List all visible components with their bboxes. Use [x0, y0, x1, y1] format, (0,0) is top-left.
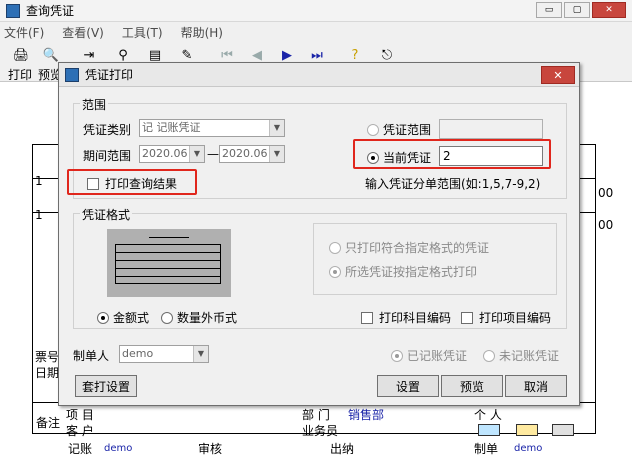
chevron-down-icon: ▼ — [269, 146, 284, 162]
radio-dot[interactable] — [97, 311, 109, 324]
scope-group-label: 范围 — [80, 96, 109, 113]
menubar: 文件(F) 查看(V) 工具(T) 帮助(H) — [0, 22, 632, 42]
app-icon — [6, 3, 20, 18]
notes-label: 备注 — [36, 416, 61, 430]
date-label: 日期 — [35, 366, 60, 380]
format-options-frame — [313, 223, 557, 295]
footer-cashier-label: 出纳 — [330, 442, 355, 456]
period-label: 期间范围 — [83, 149, 132, 163]
checkbox-box[interactable] — [461, 311, 473, 324]
voucher-range-radio[interactable]: 凭证范围 — [367, 121, 431, 138]
period-from-value: 2020.06 — [142, 147, 188, 160]
preview-button[interactable]: 预览 — [441, 375, 503, 397]
only-format-radio[interactable]: 只打印符合指定格式的凭证 — [329, 239, 489, 256]
ticket-label: 票号 — [35, 350, 60, 364]
person-label: 个 人 — [474, 408, 502, 422]
menu-tools[interactable]: 工具(T) — [122, 24, 163, 41]
highlight-box — [353, 139, 551, 169]
highlight-box — [67, 169, 197, 195]
voucher-type-label: 凭证类别 — [83, 123, 132, 137]
window-title: 查询凭证 — [26, 4, 75, 18]
footer-posted-user: demo — [104, 443, 133, 454]
maximize-button[interactable]: ▢ — [564, 2, 590, 18]
print-item-code-checkbox[interactable]: 打印项目编码 — [461, 309, 551, 326]
voucher-range-label: 凭证范围 — [383, 123, 432, 137]
format-preview-image — [107, 229, 231, 297]
radio-dot[interactable] — [483, 349, 495, 362]
period-to-value: 2020.06 — [222, 147, 268, 160]
voucher-print-dialog: 凭证打印 ✕ 范围 凭证类别 记 记账凭证 ▼ 期间范围 2020.06 ▼ —… — [58, 62, 580, 406]
radio-dot[interactable] — [161, 311, 173, 324]
maker-select[interactable]: demo ▼ — [119, 345, 209, 363]
dialog-close-button[interactable]: ✕ — [541, 66, 575, 84]
print-setup-button[interactable]: 套打设置 — [75, 375, 137, 397]
footer-posted-label: 记账 — [68, 442, 93, 456]
voucher-type-value: 记 记账凭证 — [142, 121, 201, 134]
maker-value: demo — [122, 347, 154, 360]
chevron-down-icon: ▼ — [269, 120, 284, 136]
salesman-label: 业务员 — [302, 424, 339, 438]
maker-label: 制单人 — [73, 349, 110, 363]
only-format-label: 只打印符合指定格式的凭证 — [345, 241, 490, 255]
customer-label: 客 户 — [66, 424, 94, 438]
cancel-button[interactable]: 取消 — [505, 375, 567, 397]
row-number-1: 1 — [35, 174, 43, 188]
selected-format-label: 所选凭证按指定格式打印 — [345, 265, 478, 279]
right-mark-2: 00 — [598, 218, 614, 232]
footer-audit-label: 审核 — [198, 442, 223, 456]
right-mark-1: 00 — [598, 186, 614, 200]
menu-file[interactable]: 文件(F) — [4, 24, 44, 41]
dept-label: 部 门 — [302, 408, 330, 422]
radio-dot[interactable] — [391, 349, 403, 362]
row-number-2: 1 — [35, 208, 43, 222]
unposted-voucher-label: 未记账凭证 — [499, 349, 560, 363]
icon-button-1[interactable] — [478, 424, 500, 436]
amount-style-label: 金额式 — [113, 311, 150, 325]
voucher-type-select[interactable]: 记 记账凭证 ▼ — [139, 119, 285, 137]
range-hint: 输入凭证分单范围(如:1,5,7-9,2) — [365, 177, 541, 191]
dept-value: 销售部 — [348, 408, 385, 422]
minimize-button[interactable]: ▭ — [536, 2, 562, 18]
checkbox-box[interactable] — [361, 311, 373, 324]
project-label: 项 目 — [66, 408, 94, 422]
period-dash: — — [207, 147, 219, 161]
footer-maker-label: 制单 — [474, 442, 499, 456]
posted-voucher-radio[interactable]: 已记账凭证 — [391, 347, 467, 364]
dialog-title: 凭证打印 — [85, 68, 134, 82]
period-from-select[interactable]: 2020.06 ▼ — [139, 145, 205, 163]
print-label[interactable]: 打印 — [8, 66, 32, 83]
radio-dot[interactable] — [329, 265, 341, 278]
voucher-range-input[interactable] — [439, 119, 543, 139]
period-to-select[interactable]: 2020.06 ▼ — [219, 145, 285, 163]
print-icon[interactable]: 🖨 — [8, 44, 34, 66]
close-button[interactable]: ✕ — [592, 2, 626, 18]
window-titlebar: 查询凭证 ▭ ▢ ✕ — [0, 0, 632, 22]
format-group-label: 凭证格式 — [80, 206, 133, 223]
menu-view[interactable]: 查看(V) — [62, 24, 104, 41]
icon-button-2[interactable] — [516, 424, 538, 436]
dialog-titlebar: 凭证打印 ✕ — [59, 63, 579, 87]
selected-format-radio[interactable]: 所选凭证按指定格式打印 — [329, 263, 477, 280]
print-item-code-label: 打印项目编码 — [479, 311, 552, 325]
radio-dot[interactable] — [329, 241, 341, 254]
qty-foreign-radio[interactable]: 数量外币式 — [161, 309, 237, 326]
unposted-voucher-radio[interactable]: 未记账凭证 — [483, 347, 559, 364]
menu-help[interactable]: 帮助(H) — [181, 24, 223, 41]
icon-button-3[interactable] — [552, 424, 574, 436]
radio-dot[interactable] — [367, 123, 379, 136]
posted-voucher-label: 已记账凭证 — [407, 349, 468, 363]
chevron-down-icon: ▼ — [193, 346, 208, 362]
print-subject-code-checkbox[interactable]: 打印科目编码 — [361, 309, 451, 326]
chevron-down-icon: ▼ — [189, 146, 204, 162]
amount-style-radio[interactable]: 金额式 — [97, 309, 149, 326]
dialog-app-icon — [65, 67, 79, 82]
print-subject-code-label: 打印科目编码 — [379, 311, 452, 325]
qty-foreign-label: 数量外币式 — [177, 311, 238, 325]
footer-maker-user: demo — [514, 443, 543, 454]
settings-button[interactable]: 设置 — [377, 375, 439, 397]
